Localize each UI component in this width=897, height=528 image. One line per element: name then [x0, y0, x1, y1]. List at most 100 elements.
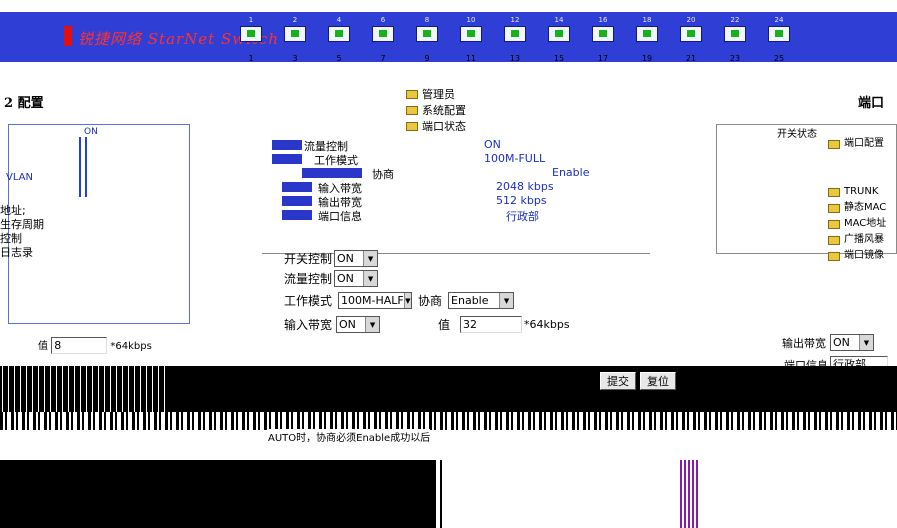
nav-menu: 管理员 系统配置 端口状态	[406, 86, 466, 134]
in-bw-label: 输入带宽	[284, 318, 333, 332]
tree-item-mac-address[interactable]: MAC地址	[828, 216, 886, 232]
form-row-flow: 流量控制 ON ▼	[284, 270, 379, 287]
left-line: 地址;	[0, 204, 26, 217]
switch-port[interactable]	[284, 26, 306, 42]
switch-port[interactable]	[680, 26, 702, 42]
folder-icon	[828, 203, 840, 213]
switch-select[interactable]: ON ▼	[334, 250, 379, 267]
tree-item-port-config[interactable]: 端口配置	[828, 136, 886, 152]
chevron-down-icon: ▼	[363, 271, 378, 286]
switch-port[interactable]	[768, 26, 790, 42]
menu-item-system-config[interactable]: 系统配置	[406, 102, 466, 118]
in-bw-select-value: ON	[339, 318, 356, 331]
switch-port[interactable]	[372, 26, 394, 42]
tree-item-label: MAC地址	[844, 218, 887, 229]
port-link-icon	[643, 30, 651, 37]
flow-select[interactable]: ON ▼	[334, 270, 379, 287]
menu-item-label: 系统配置	[422, 104, 466, 117]
switch-port[interactable]	[460, 26, 482, 42]
mode-select[interactable]: 100M-HALF ▼	[338, 292, 413, 309]
artifact-gap	[442, 460, 680, 528]
nego-select[interactable]: Enable ▼	[448, 292, 515, 309]
row-bar	[272, 154, 302, 164]
form-row-mode: 工作模式 100M-HALF ▼ 协商 Enable ▼	[284, 292, 515, 309]
switch-port[interactable]	[328, 26, 350, 42]
left-vlan-label: VLAN	[6, 172, 33, 183]
out-bw-select[interactable]: ON ▼	[830, 334, 874, 351]
out-bw-label: 输出带宽	[782, 336, 826, 350]
row-value: Enable	[552, 166, 590, 179]
switch-port[interactable]	[724, 26, 746, 42]
tree-item-static-mac[interactable]: 静态MAC	[828, 200, 886, 216]
value-label: 值	[438, 318, 451, 332]
tree-item-port-mirror[interactable]: 端口镜像	[828, 248, 886, 264]
menu-item-admin[interactable]: 管理员	[406, 86, 466, 102]
chevron-down-icon: ▼	[859, 335, 873, 350]
folder-icon	[406, 105, 418, 115]
folder-icon	[828, 139, 840, 149]
submit-button[interactable]: 提交	[600, 372, 636, 390]
port-number-top: 10	[466, 16, 476, 24]
right-panel-title: 开关状态	[777, 129, 817, 140]
port-number: 3	[292, 54, 298, 63]
in-bw-select[interactable]: ON ▼	[336, 316, 381, 333]
left-rail	[79, 137, 87, 197]
tree-item-broadcast-storm[interactable]: 广播风暴	[828, 232, 886, 248]
tree-item-label: TRUNK	[844, 186, 879, 197]
menu-item-label: 管理员	[422, 88, 455, 101]
port-link-icon	[775, 30, 783, 37]
tree-item-label: 端口配置	[844, 138, 884, 149]
reset-button[interactable]: 复位	[640, 372, 676, 390]
out-bw-row: 输出带宽 ON ▼	[782, 334, 874, 351]
brand-logo: 锐捷网络 StarNet Switch	[60, 22, 278, 52]
port-number-top: 18	[642, 16, 652, 24]
switch-port[interactable]	[548, 26, 570, 42]
form-row-in-bw: 输入带宽 ON ▼ 值 32 *64kbps	[284, 316, 570, 333]
row-value: 512 kbps	[496, 194, 547, 207]
left-value-label: 值	[38, 341, 48, 352]
folder-icon	[828, 235, 840, 245]
artifact-gap	[436, 460, 440, 528]
right-page-title: 端口	[858, 96, 885, 111]
port-number: 5	[336, 54, 342, 63]
bandwidth-value-input[interactable]: 32	[460, 316, 523, 333]
port-link-icon	[599, 30, 607, 37]
switch-port[interactable]	[416, 26, 438, 42]
port-number: 23	[729, 54, 741, 63]
switch-port[interactable]	[504, 26, 526, 42]
switch-banner: 锐捷网络 StarNet Switch 1 2 4 6 8 10 12 14 16 18 20 22 2…	[0, 0, 897, 75]
port-status-table: 流量控制 ON 工作模式 100M-FULL 协商 Enable 输入带宽 20…	[262, 130, 650, 254]
port-number: 21	[685, 54, 697, 63]
port-number-top: 12	[510, 16, 520, 24]
port-link-icon	[555, 30, 563, 37]
port-number: 11	[465, 54, 477, 63]
port-panel: 1 2 4 6 8 10 12 14 16 18 20 22 24 1 3 5 7 9 11 13 15 17 19 21 23…	[240, 14, 840, 64]
form-actions: 提交 复位	[600, 372, 676, 390]
port-number-top: 2	[292, 16, 298, 24]
port-link-icon	[291, 30, 299, 37]
mode-select-value: 100M-HALF	[341, 294, 404, 307]
chevron-down-icon: ▼	[403, 293, 412, 308]
unit-label: *64kbps	[524, 318, 570, 331]
left-value-row: 值 8 *64kbps	[38, 337, 152, 354]
port-link-icon	[467, 30, 475, 37]
folder-icon	[828, 187, 840, 197]
left-on-label: ON	[84, 127, 98, 137]
folder-icon	[828, 219, 840, 229]
switch-port[interactable]	[240, 26, 262, 42]
port-number: 7	[380, 54, 386, 63]
port-number-top: 24	[774, 16, 784, 24]
port-number: 19	[641, 54, 653, 63]
tree-item-label: 广播风暴	[844, 234, 884, 245]
table-row: 协商 Enable	[262, 166, 650, 181]
tree-item-label: 端口镜像	[844, 250, 884, 261]
row-bar	[272, 140, 302, 150]
logo-flag-icon	[64, 26, 72, 46]
switch-port[interactable]	[636, 26, 658, 42]
port-number: 17	[597, 54, 609, 63]
left-value-input[interactable]: 8	[51, 337, 108, 354]
switch-port[interactable]	[592, 26, 614, 42]
tree-item-trunk[interactable]: TRUNK	[828, 184, 886, 200]
row-value: 100M-FULL	[484, 152, 546, 165]
chevron-down-icon: ▼	[365, 317, 380, 332]
